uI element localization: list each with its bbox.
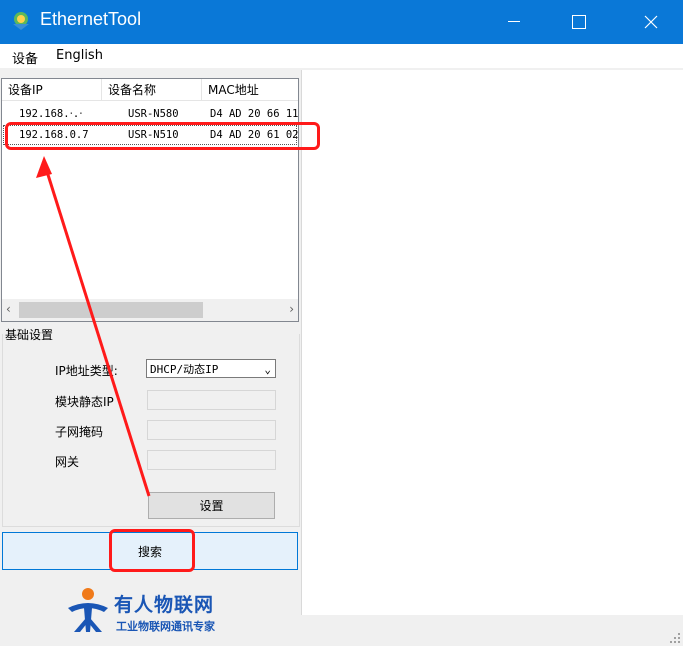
scrollbar-thumb[interactable] [19,302,203,318]
device-list[interactable]: 设备IP 设备名称 MAC地址 192.168.‧.‧ USR-N580 D4 … [1,78,299,322]
title-bar: EthernetTool [0,0,683,44]
basic-settings-title: 基础设置 [5,328,54,342]
ip-type-value: DHCP/动态IP [150,363,219,376]
horizontal-scrollbar[interactable]: ‹ › [2,299,298,321]
subnet-label: 子网掩码 [55,425,104,439]
scroll-left-icon[interactable]: ‹ [6,302,11,316]
usr-logo-icon [68,588,108,632]
static-ip-label: 模块静态IP [55,395,114,409]
menu-bar: 设备 English [0,44,683,68]
column-header-mac[interactable]: MAC地址 [202,79,298,101]
ip-type-label: IP地址类型: [55,364,118,378]
column-header-ip[interactable]: 设备IP [2,79,102,101]
window-title: EthernetTool [40,9,142,29]
brand-name: 有人物联网 [114,594,215,616]
resize-grip-icon[interactable] [669,632,681,644]
highlight-box-device-row [5,122,320,150]
column-header-name[interactable]: 设备名称 [102,79,202,101]
app-icon [13,12,29,30]
highlight-box-search-button [109,529,195,572]
setup-button[interactable]: 设置 [148,492,275,519]
detail-panel [301,70,683,615]
maximize-button[interactable] [556,0,602,44]
minimize-icon [508,21,520,22]
menu-device[interactable]: 设备 [12,48,38,67]
close-icon [644,15,658,29]
menu-english[interactable]: English [56,48,103,63]
close-button[interactable] [628,0,674,44]
brand-tagline: 工业物联网通讯专家 [116,620,215,633]
subnet-input[interactable] [147,420,276,440]
gateway-input[interactable] [147,450,276,470]
minimize-button[interactable] [491,0,537,44]
scroll-right-icon[interactable]: › [289,302,294,316]
gateway-label: 网关 [55,455,80,469]
maximize-icon [572,15,586,29]
chevron-down-icon: ⌄ [264,363,271,376]
ip-type-select[interactable]: DHCP/动态IP ⌄ [146,359,276,378]
static-ip-input[interactable] [147,390,276,410]
